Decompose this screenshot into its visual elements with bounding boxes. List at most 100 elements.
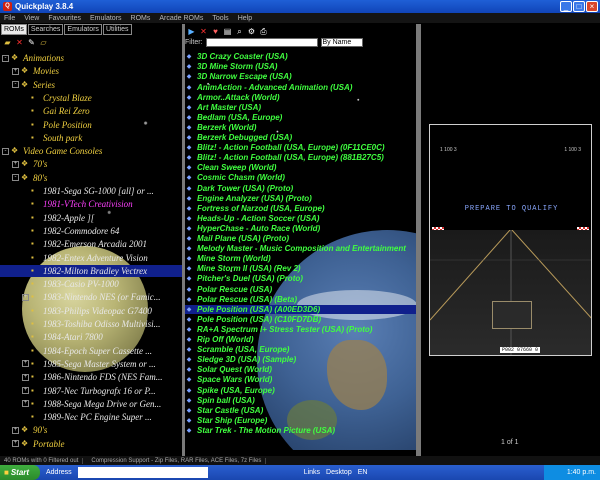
- tree-item[interactable]: ▪ South park: [0, 132, 182, 144]
- rom-list-item[interactable]: ◆ Fortress of Narzod (USA, Europe): [185, 204, 416, 214]
- add-folder-icon[interactable]: ▰: [3, 38, 12, 47]
- rom-list-item[interactable]: ◆ Space Wars (World): [185, 375, 416, 385]
- tree-item[interactable]: + ▪ 1988-Sega Mega Drive or Gen...: [0, 398, 182, 410]
- menu-tools[interactable]: Tools: [212, 15, 228, 22]
- tools-icon[interactable]: ⚙: [247, 27, 256, 36]
- tab-emulators[interactable]: Emulators: [64, 24, 102, 35]
- document-icon[interactable]: ▤: [223, 27, 232, 36]
- expand-toggle-icon[interactable]: +: [12, 440, 19, 448]
- rom-list-item[interactable]: ◆ Sledge 3D (USA) (Sample): [185, 355, 416, 365]
- tree-item[interactable]: ▪ Gai Rei Zero: [0, 105, 182, 117]
- tree-item[interactable]: - ❖ Series: [0, 79, 182, 91]
- expand-toggle-icon[interactable]: +: [12, 426, 19, 434]
- rom-list-item[interactable]: ◆ Mine Storm II (USA) (Rev 2): [185, 264, 416, 274]
- tree-item[interactable]: + ❖ Movies: [0, 65, 182, 77]
- links-label[interactable]: Links: [304, 469, 320, 476]
- rom-list[interactable]: ◆ 3D Crazy Coaster (USA) ◆ 3D Mine Storm (U…: [185, 52, 416, 450]
- rom-list-item[interactable]: ◆ Solar Quest (World): [185, 365, 416, 375]
- tree-item[interactable]: ▪ 1982-Milton Bradley Vectrex: [0, 264, 182, 277]
- rom-list-item[interactable]: ◆ Melody Master - Music Composition and E…: [185, 244, 416, 254]
- rom-list-item[interactable]: ◆ Scramble (USA, Europe): [185, 345, 416, 355]
- rom-list-item[interactable]: ◆ Star Ship (Europe): [185, 416, 416, 426]
- tree-item[interactable]: - ❖ 80's: [0, 172, 182, 184]
- rom-list-item[interactable]: ◆ Pitcher's Duel (USA) (Proto): [185, 274, 416, 284]
- tree-item[interactable]: ▪ 1984-Epoch Super Cassette ...: [0, 345, 182, 357]
- clock[interactable]: 1:40 p.m.: [567, 469, 596, 476]
- minimize-icon[interactable]: _: [560, 1, 572, 12]
- menu-help[interactable]: Help: [238, 15, 252, 22]
- address-field[interactable]: [77, 467, 208, 478]
- rom-list-item[interactable]: ◆ Berzerk (World): [185, 123, 416, 133]
- tree-item[interactable]: ▪ 1989-Nec PC Engine Super ...: [0, 411, 182, 423]
- tree-item[interactable]: + ▪ 1987-Nec Turbografx 16 or P...: [0, 385, 182, 397]
- tab-searches[interactable]: Searches: [27, 24, 64, 35]
- properties-icon[interactable]: ✎: [27, 38, 36, 47]
- menu-favourites[interactable]: Favourites: [48, 15, 81, 22]
- rom-list-item[interactable]: ◆ Spike (USA, Europe): [185, 385, 416, 395]
- expand-toggle-icon[interactable]: -: [2, 147, 9, 155]
- expand-toggle-icon[interactable]: -: [12, 81, 19, 89]
- expand-toggle-icon[interactable]: +: [22, 400, 29, 408]
- rom-list-item[interactable]: ◆ Mail Plane (USA) (Proto): [185, 234, 416, 244]
- rom-list-item[interactable]: ◆ Pole Position (USA) (A00ED3D6): [185, 304, 416, 315]
- tree-item[interactable]: ▪ 1983-Toshiba Odisso Multivisi...: [0, 318, 182, 330]
- open-folder-icon[interactable]: ▱: [39, 38, 48, 47]
- rom-list-item[interactable]: ◆ Heads-Up - Action Soccer (USA): [185, 214, 416, 224]
- menu-roms[interactable]: ROMs: [131, 15, 151, 22]
- delete-rom-icon[interactable]: ✕: [199, 27, 208, 36]
- desktop-label[interactable]: Desktop: [326, 469, 352, 476]
- tab-utilities[interactable]: Utilities: [102, 24, 132, 35]
- rom-list-item[interactable]: ◆ Spin ball (USA): [185, 395, 416, 405]
- expand-toggle-icon[interactable]: -: [2, 54, 9, 62]
- rom-list-item[interactable]: ◆ Star Trek - The Motion Picture (USA): [185, 426, 416, 436]
- rom-list-item[interactable]: ◆ 3D Narrow Escape (USA): [185, 72, 416, 82]
- printer-icon[interactable]: ⎙: [259, 27, 268, 36]
- rom-list-item[interactable]: ◆ Bedlam (USA, Europe): [185, 113, 416, 123]
- sort-select[interactable]: By Name: [320, 38, 363, 47]
- tree-item[interactable]: ▪ Crystal Blaze: [0, 92, 182, 104]
- maximize-icon[interactable]: □: [573, 1, 585, 12]
- tree-item[interactable]: ▪ 1984-Atari 7800: [0, 331, 182, 343]
- rom-list-item[interactable]: ◆ Pole Position (USA) (C10FD7DB): [185, 315, 416, 325]
- tree-item[interactable]: + ❖ 90's: [0, 424, 182, 436]
- rom-list-item[interactable]: ◆ Armor..Attack (World): [185, 92, 416, 102]
- favourite-icon[interactable]: ♥: [211, 27, 220, 36]
- search-icon[interactable]: ⌕: [235, 27, 244, 36]
- expand-toggle-icon[interactable]: +: [22, 373, 29, 381]
- tree-item[interactable]: ▪ 1982-Commodore 64: [0, 225, 182, 237]
- rom-list-item[interactable]: ◆ Blitz! - Action Football (USA, Europe) …: [185, 153, 416, 163]
- rom-list-item[interactable]: ◆ Cosmic Chasm (World): [185, 173, 416, 183]
- expand-toggle-icon[interactable]: +: [22, 387, 29, 394]
- rom-list-item[interactable]: ◆ Blitz! - Action Football (USA, Europe) …: [185, 143, 416, 153]
- tree-item[interactable]: + ❖ Portable: [0, 438, 182, 450]
- tree-item[interactable]: ▪ 1983-Casio PV-1000: [0, 278, 182, 290]
- menu-arcade-roms[interactable]: Arcade ROMs: [159, 15, 203, 22]
- rom-list-item[interactable]: ◆ Mine Storm (World): [185, 254, 416, 264]
- rom-list-item[interactable]: ◆ HyperChase - Auto Race (World): [185, 224, 416, 234]
- filter-input[interactable]: [205, 38, 318, 47]
- tab-roms[interactable]: ROMs: [1, 24, 27, 35]
- tree-item[interactable]: - ❖ Video Game Consoles: [0, 145, 182, 157]
- rom-list-item[interactable]: ◆ Polar Rescue (USA) (Beta): [185, 294, 416, 304]
- rom-list-item[interactable]: ◆ Dark Tower (USA) (Proto): [185, 183, 416, 193]
- play-icon[interactable]: ▶: [187, 27, 196, 36]
- menu-emulators[interactable]: Emulators: [90, 15, 122, 22]
- rom-list-item[interactable]: ◆ RA+A Spectrum I+ Stress Tester (USA) (P…: [185, 325, 416, 335]
- tree-item[interactable]: ▪ 1981-Sega SG-1000 [all] or ...: [0, 185, 182, 197]
- rom-list-item[interactable]: ◆ 3D Mine Storm (USA): [185, 62, 416, 72]
- tree-item[interactable]: - ❖ Animations: [0, 52, 182, 64]
- tree-item[interactable]: + ❖ 70's: [0, 158, 182, 170]
- language-indicator[interactable]: EN: [358, 469, 368, 476]
- expand-toggle-icon[interactable]: +: [22, 293, 29, 301]
- rom-list-item[interactable]: ◆ Clean Sweep (World): [185, 163, 416, 173]
- tree-item[interactable]: ▪ 1982-Apple ][: [0, 212, 182, 224]
- rom-list-item[interactable]: ◆ Polar Rescue (USA): [185, 284, 416, 294]
- rom-list-item[interactable]: ◆ Berzerk Debugged (USA): [185, 133, 416, 143]
- tree-item[interactable]: + ▪ 1985-Sega Master System or ...: [0, 358, 182, 370]
- menu-file[interactable]: File: [4, 15, 15, 22]
- start-button[interactable]: ■ Start: [0, 465, 40, 480]
- tree-item[interactable]: ▪ Pole Position: [0, 119, 182, 131]
- expand-toggle-icon[interactable]: -: [12, 174, 19, 182]
- close-icon[interactable]: ×: [586, 1, 598, 12]
- rom-list-item[interactable]: ◆ Star Castle (USA): [185, 406, 416, 416]
